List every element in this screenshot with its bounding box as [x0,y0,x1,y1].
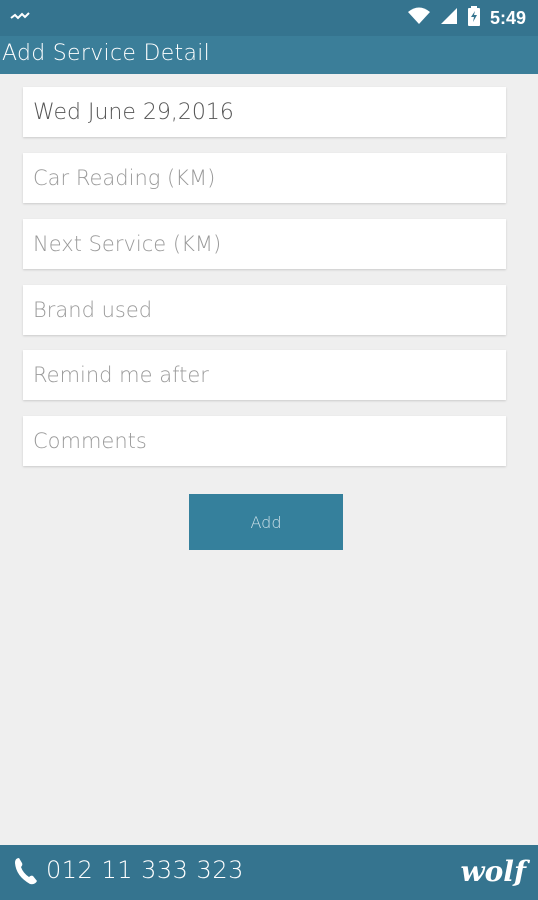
footer-bar: 012 11 333 323 wolf [0,845,538,900]
car-reading-input[interactable] [33,166,506,190]
status-icons: 5:49 [407,6,526,30]
logo-text: wolf [460,855,526,888]
brand-used-input[interactable] [33,298,506,322]
next-service-input[interactable] [33,232,506,256]
app-bar: Add Service Detail [0,36,538,74]
car-reading-field[interactable] [23,153,506,203]
remind-me-input[interactable] [33,363,506,387]
wifi-icon [407,7,430,29]
phone-icon[interactable] [13,856,39,890]
wolf-logo: wolf [461,855,526,888]
next-service-field[interactable] [23,219,506,269]
wolf-notification-icon [10,8,30,27]
comments-input[interactable] [33,429,506,453]
status-time: 5:49 [489,7,526,28]
remind-me-field[interactable] [23,350,506,400]
phone-number[interactable]: 012 11 333 323 [46,856,244,884]
add-button[interactable]: Add [189,494,343,550]
date-field[interactable]: Wed June 29,2016 [23,87,506,137]
status-bar: 5:49 [0,0,538,36]
signal-icon [440,7,458,29]
comments-field[interactable] [23,416,506,466]
brand-used-field[interactable] [23,285,506,335]
date-value: Wed June 29,2016 [33,99,234,125]
battery-charging-icon [467,6,480,30]
page-title: Add Service Detail [2,41,211,66]
